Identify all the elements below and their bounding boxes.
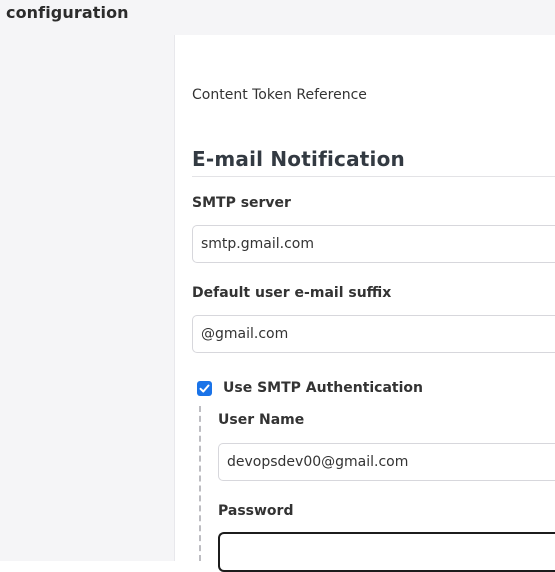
password-input[interactable]	[218, 532, 555, 572]
use-smtp-auth-checkbox[interactable]	[197, 381, 212, 396]
use-smtp-auth-label[interactable]: Use SMTP Authentication	[223, 380, 423, 396]
password-label: Password	[218, 503, 294, 519]
top-header: configuration	[0, 0, 555, 35]
section-divider	[192, 176, 555, 177]
section-title-email-notification: E-mail Notification	[192, 147, 405, 171]
smtp-server-input[interactable]: smtp.gmail.com	[192, 225, 555, 263]
default-suffix-input[interactable]: @gmail.com	[192, 315, 555, 353]
smtp-server-label: SMTP server	[192, 195, 291, 211]
content-token-reference-link[interactable]: Content Token Reference	[192, 87, 367, 103]
default-suffix-label: Default user e-mail suffix	[192, 285, 392, 301]
user-name-label: User Name	[218, 412, 305, 428]
checkmark-icon	[199, 384, 210, 393]
user-name-input[interactable]: devopsdev00@gmail.com	[218, 443, 555, 481]
sidebar	[0, 35, 174, 561]
nested-options-guide	[199, 406, 201, 561]
breadcrumb[interactable]: configuration	[6, 3, 129, 22]
